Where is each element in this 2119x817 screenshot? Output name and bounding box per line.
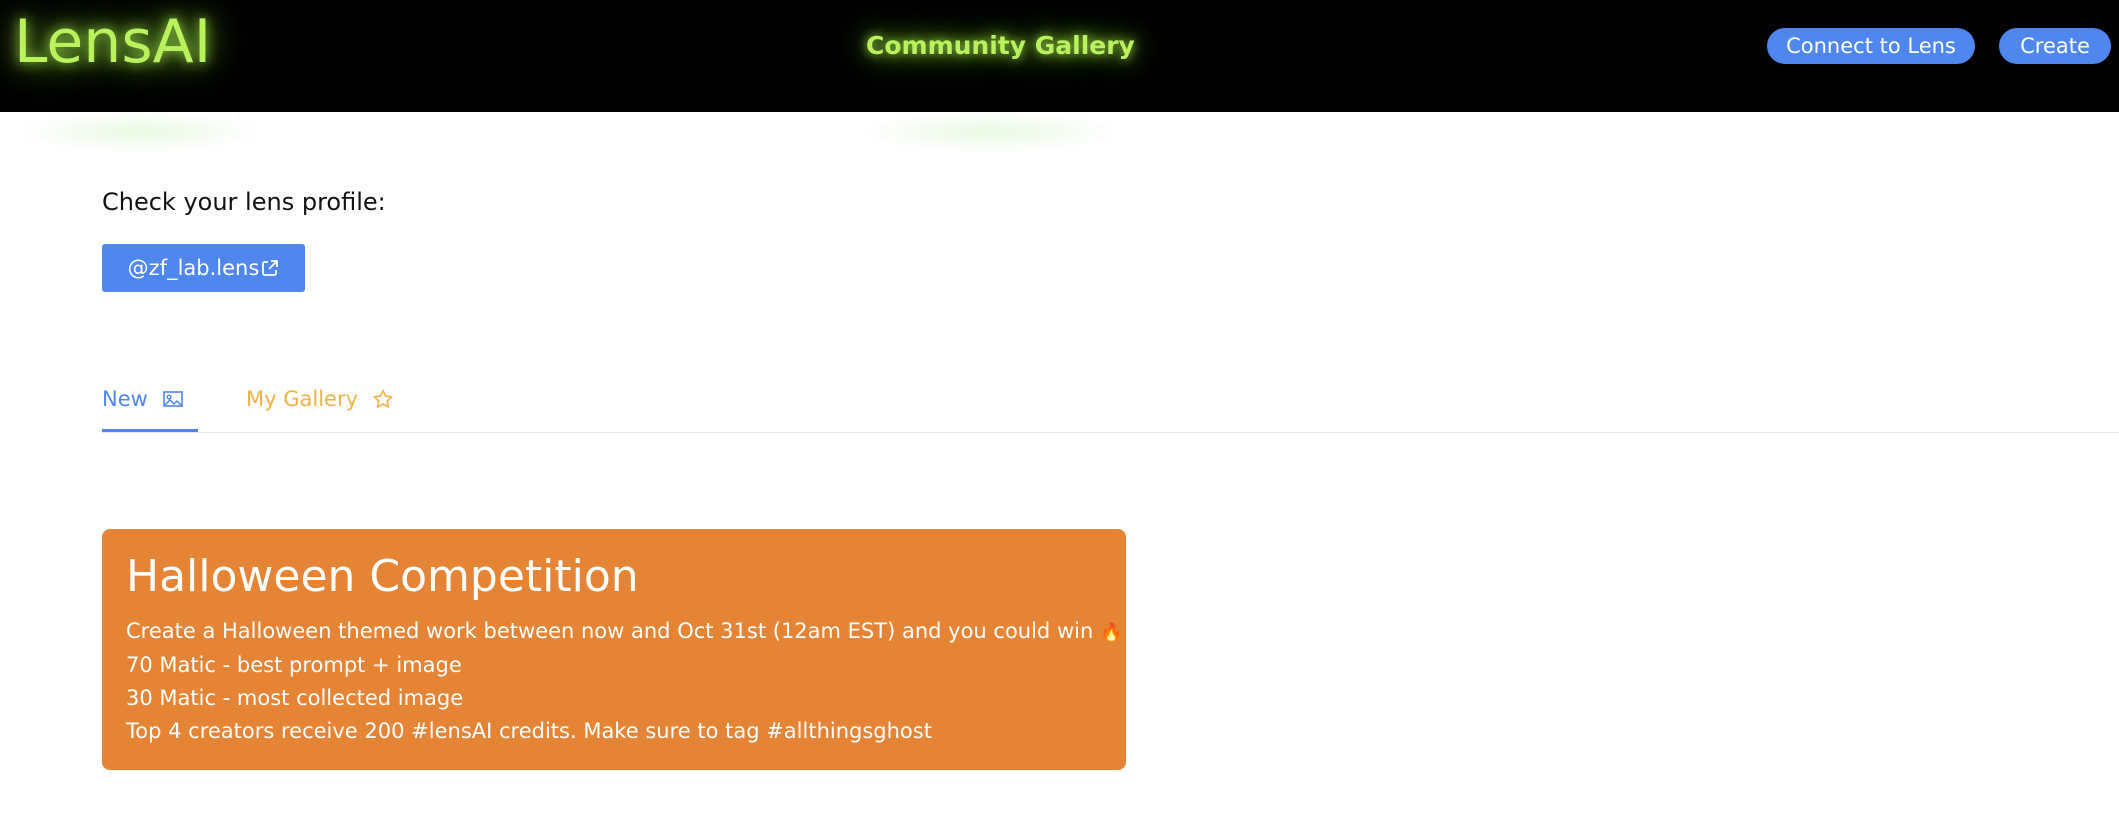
banner-line-3: 30 Matic - most collected image	[126, 686, 464, 710]
banner-title: Halloween Competition	[126, 551, 639, 602]
star-icon	[373, 389, 393, 408]
banner-line-1: Create a Halloween themed work between n…	[126, 615, 1122, 649]
tab-new-label: New	[102, 387, 148, 411]
image-icon	[163, 391, 183, 407]
gallery-tabs: New My Gallery	[102, 372, 2119, 433]
lens-profile-button[interactable]: @zf_lab.lens	[102, 244, 305, 292]
top-nav-bar: LensAI Community Gallery Connect to Lens…	[0, 0, 2119, 112]
lens-handle-text: @zf_lab.lens	[127, 256, 260, 280]
halloween-competition-banner: Halloween Competition Create a Halloween…	[102, 529, 1126, 770]
fire-icon: 🔥	[1099, 622, 1123, 643]
tab-my-gallery-label: My Gallery	[246, 387, 359, 411]
tab-new[interactable]: New	[102, 372, 198, 432]
active-tab-indicator	[102, 429, 198, 432]
community-gallery-link[interactable]: Community Gallery	[866, 28, 1135, 64]
logo-glow	[20, 112, 260, 152]
external-link-icon	[262, 260, 279, 276]
banner-line-4: Top 4 creators receive 200 #lensAI credi…	[126, 719, 932, 743]
connect-to-lens-button[interactable]: Connect to Lens	[1767, 28, 1975, 64]
banner-line-1-text: Create a Halloween themed work between n…	[126, 619, 1094, 643]
tab-my-gallery[interactable]: My Gallery	[246, 372, 394, 432]
banner-line-2: 70 Matic - best prompt + image	[126, 653, 462, 677]
create-button[interactable]: Create	[1999, 28, 2111, 64]
profile-prompt-label: Check your lens profile:	[102, 188, 386, 216]
title-glow	[860, 112, 1120, 152]
lensai-logo[interactable]: LensAI	[14, 4, 211, 80]
